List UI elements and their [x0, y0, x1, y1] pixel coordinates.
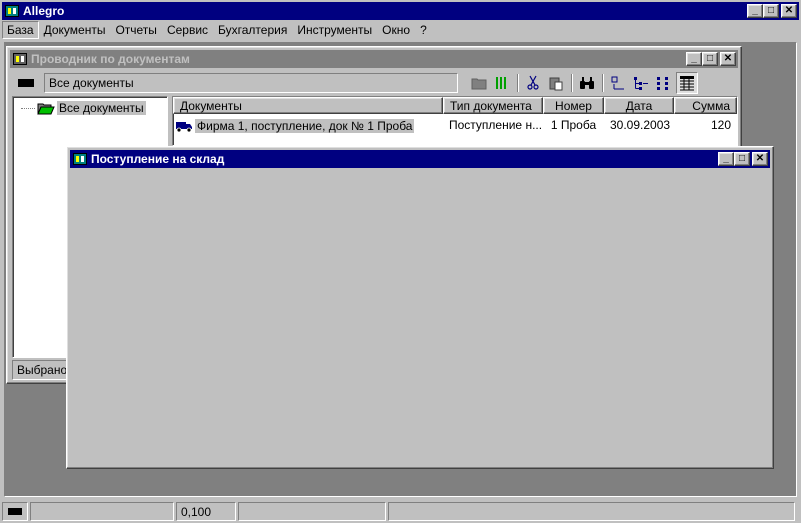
- allegro-main-window: Allegro _ □ ✕ База Документы Отчеты Серв…: [0, 0, 801, 523]
- open-folder-icon: [37, 101, 55, 115]
- status-panel-4: [238, 502, 386, 521]
- menu-documents[interactable]: Документы: [39, 21, 111, 39]
- explorer-toolbar: Все документы: [15, 71, 737, 95]
- menu-service[interactable]: Сервис: [162, 21, 213, 39]
- explorer-maximize-button[interactable]: □: [702, 52, 718, 66]
- document-cell: Фирма 1, поступление, док № 1 Проба: [173, 116, 443, 136]
- truck-icon: [175, 119, 193, 133]
- tree-view-icon[interactable]: [630, 72, 652, 94]
- menu-reports[interactable]: Отчеты: [110, 21, 161, 39]
- find-binoculars-icon[interactable]: [576, 72, 598, 94]
- menu-bar: База Документы Отчеты Сервис Бухгалтерия…: [2, 20, 799, 40]
- receipt-title: Поступление на склад: [91, 152, 225, 166]
- warehouse-receipt-window[interactable]: Поступление на склад _ □ ✕: [66, 146, 774, 469]
- explorer-title: Проводник по документам: [31, 52, 190, 66]
- color-indicator-icon[interactable]: [15, 72, 37, 94]
- explorer-title-bar[interactable]: Проводник по документам _ □ ✕: [10, 50, 738, 68]
- toolbar-separator: [517, 74, 519, 92]
- column-header-date[interactable]: Дата: [604, 97, 674, 114]
- receipt-window-icon[interactable]: [72, 152, 88, 166]
- cut-icon[interactable]: [522, 72, 544, 94]
- document-date-cell: 30.09.2003: [610, 118, 671, 132]
- explorer-close-button[interactable]: ✕: [720, 52, 736, 66]
- documents-list[interactable]: Документы Тип документа Номер Дата Сумма…: [172, 96, 738, 146]
- maximize-button[interactable]: □: [763, 4, 779, 18]
- document-sum-cell: 120: [710, 118, 731, 132]
- status-panel-5: [388, 502, 795, 521]
- list-view-icon[interactable]: [653, 72, 675, 94]
- toolbar-separator: [571, 74, 573, 92]
- column-header-type[interactable]: Тип документа: [443, 97, 543, 114]
- menu-baza[interactable]: База: [2, 21, 39, 39]
- column-header-documents[interactable]: Документы: [173, 97, 443, 114]
- main-title-bar[interactable]: Allegro _ □ ✕: [2, 2, 799, 20]
- paste-icon[interactable]: [545, 72, 567, 94]
- status-bar: 0,100: [0, 500, 801, 523]
- details-view-icon[interactable]: [676, 72, 698, 94]
- document-type-cell: Поступление н...: [449, 118, 543, 132]
- folder-icon[interactable]: [468, 72, 490, 94]
- column-header-number[interactable]: Номер: [543, 97, 604, 114]
- large-icons-view-icon[interactable]: [607, 72, 629, 94]
- table-row[interactable]: Фирма 1, поступление, док № 1 Проба Пост…: [173, 116, 737, 136]
- receipt-close-button[interactable]: ✕: [752, 152, 768, 166]
- column-header-sum[interactable]: Сумма: [674, 97, 737, 114]
- tree-connector: [21, 107, 35, 109]
- receipt-minimize-button[interactable]: _: [718, 152, 734, 166]
- menu-help[interactable]: ?: [415, 21, 432, 39]
- document-number-cell: 1 Проба: [550, 118, 597, 132]
- receipt-title-bar[interactable]: Поступление на склад _ □ ✕: [70, 150, 770, 168]
- tree-item-label: Все документы: [57, 101, 146, 115]
- app-icon[interactable]: [4, 4, 20, 18]
- minimize-button[interactable]: _: [747, 4, 763, 18]
- status-panel-2: [30, 502, 174, 521]
- columns-icon[interactable]: [491, 72, 513, 94]
- tree-item-all-documents[interactable]: Все документы: [21, 101, 146, 115]
- menu-accounting[interactable]: Бухгалтерия: [213, 21, 292, 39]
- menu-window[interactable]: Окно: [377, 21, 415, 39]
- menu-tools[interactable]: Инструменты: [292, 21, 377, 39]
- status-color-indicator: [2, 502, 28, 521]
- document-name: Фирма 1, поступление, док № 1 Проба: [195, 119, 415, 133]
- toolbar-separator: [602, 74, 604, 92]
- explorer-minimize-button[interactable]: _: [686, 52, 702, 66]
- close-button[interactable]: ✕: [781, 4, 797, 18]
- receipt-maximize-button[interactable]: □: [734, 152, 750, 166]
- explorer-window-icon[interactable]: [12, 52, 28, 66]
- app-title: Allegro: [23, 4, 65, 18]
- current-folder-field[interactable]: Все документы: [44, 73, 458, 93]
- status-value-panel: 0,100: [176, 502, 236, 521]
